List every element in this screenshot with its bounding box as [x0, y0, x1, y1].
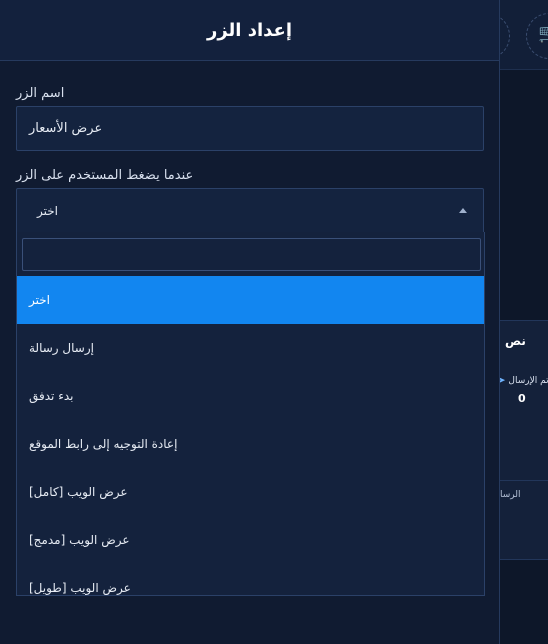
button-name-label: اسم الزر — [16, 86, 65, 101]
on-click-selected-value: اختر — [37, 203, 58, 218]
dropdown-option[interactable]: عرض الويب [طويل] — [17, 564, 484, 595]
panel-title: إعداد الزر — [206, 19, 293, 41]
dropdown-option[interactable]: إعادة التوجيه إلى رابط الموقع — [17, 420, 484, 468]
on-click-dropdown: اختر إرسال رسالة بدء تدفق إعادة التوجيه إلى… — [16, 232, 485, 596]
dropdown-option[interactable]: عرض الويب [كامل] — [17, 468, 484, 516]
cart-icon: 🛒 — [538, 25, 548, 43]
button-settings-panel: إعداد الزر اسم الزر عرض الأسعار عندما يض… — [0, 0, 500, 644]
dropdown-option[interactable]: اختر — [17, 276, 484, 324]
dropdown-option[interactable]: إرسال رسالة — [17, 324, 484, 372]
dropdown-search-input[interactable] — [22, 238, 481, 271]
stats-card-footer: الرسا — [500, 490, 521, 500]
button-name-input[interactable]: عرض الأسعار — [16, 106, 484, 151]
caret-up-icon — [459, 208, 467, 213]
button-name-value: عرض الأسعار — [29, 121, 103, 136]
stats-sent-value: 0 — [518, 392, 526, 405]
dropdown-option[interactable]: عرض الويب [مدمج] — [17, 516, 484, 564]
stats-sent-label: ➤ تم الإرسال — [498, 376, 548, 386]
stats-card-title: نص — [505, 334, 526, 348]
panel-header: إعداد الزر — [0, 0, 499, 61]
dropdown-option[interactable]: بدء تدفق — [17, 372, 484, 420]
on-click-label: عندما يضغط المستخدم على الزر — [16, 168, 194, 183]
on-click-select[interactable]: اختر — [16, 188, 484, 233]
dropdown-options: اختر إرسال رسالة بدء تدفق إعادة التوجيه إلى… — [17, 276, 484, 595]
